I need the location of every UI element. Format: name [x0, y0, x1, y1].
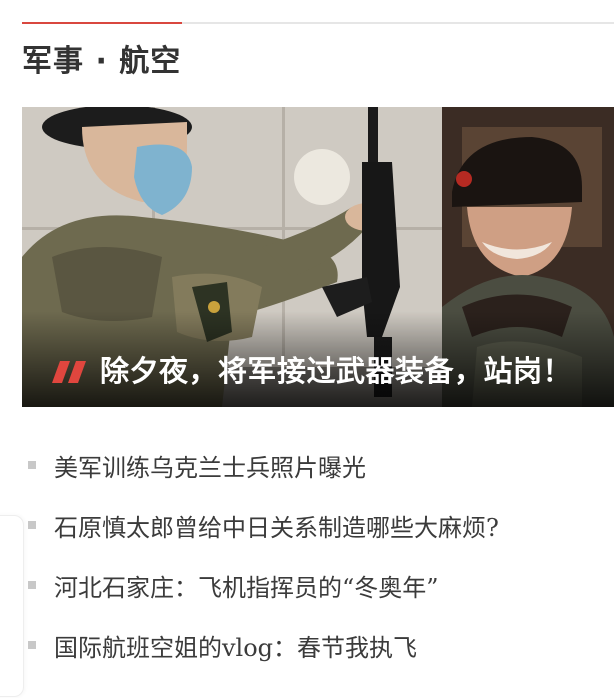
bullet-icon [28, 581, 36, 589]
side-panel-tab[interactable] [0, 515, 24, 697]
news-list: 美军训练乌克兰士兵照片曝光 石原慎太郎曾给中日关系制造哪些大麻烦? 河北石家庄：… [22, 435, 614, 675]
list-item[interactable]: 石原慎太郎曾给中日关系制造哪些大麻烦? [22, 495, 614, 555]
list-item[interactable]: 河北石家庄：飞机指挥员的“冬奥年” [22, 555, 614, 615]
featured-article[interactable]: 除夕夜，将军接过武器装备，站岗！ [22, 107, 614, 407]
news-title[interactable]: 美军训练乌克兰士兵照片曝光 [54, 448, 366, 483]
quote-mark-icon [52, 361, 86, 383]
bullet-icon [28, 461, 36, 469]
news-title[interactable]: 石原慎太郎曾给中日关系制造哪些大麻烦? [54, 508, 499, 543]
featured-title[interactable]: 除夕夜，将军接过武器装备，站岗！ [100, 351, 572, 391]
section-divider-accent [22, 22, 182, 24]
section-title[interactable]: 军事 · 航空 [22, 40, 181, 84]
news-title[interactable]: 国际航班空姐的vlog：春节我执飞 [54, 628, 417, 663]
bullet-icon [28, 521, 36, 529]
news-title[interactable]: 河北石家庄：飞机指挥员的“冬奥年” [54, 568, 439, 603]
bullet-icon [28, 641, 36, 649]
list-item[interactable]: 国际航班空姐的vlog：春节我执飞 [22, 615, 614, 675]
list-item[interactable]: 美军训练乌克兰士兵照片曝光 [22, 435, 614, 495]
